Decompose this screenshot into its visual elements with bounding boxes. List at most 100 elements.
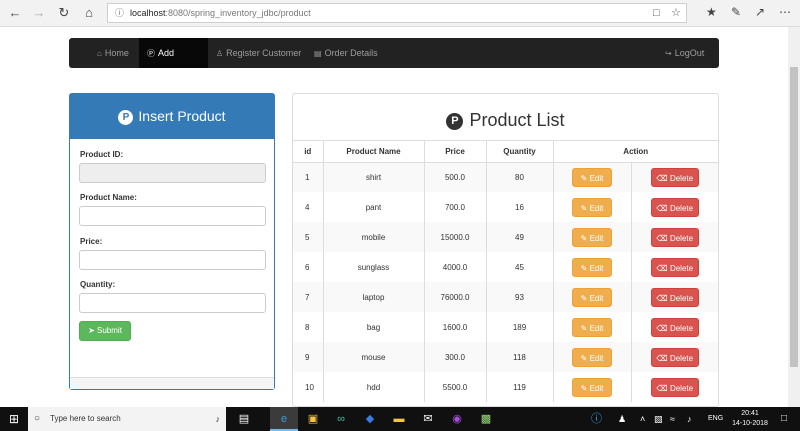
product-id-field[interactable] bbox=[79, 163, 266, 183]
delete-label: Delete bbox=[669, 263, 694, 273]
cell-quantity: 80 bbox=[485, 162, 554, 192]
nav-logout[interactable]: ↪ LogOut bbox=[657, 38, 712, 68]
nav-order-details[interactable]: ▤ Order Details bbox=[306, 38, 386, 68]
edge-browser-icon[interactable]: e bbox=[276, 411, 292, 427]
windows-taskbar: ⊞ ○ Type here to search ♪ ▤ e ▣ ∞ ◆ ▬ ✉ … bbox=[0, 407, 800, 431]
clock[interactable]: 20:41 14-10-2018 bbox=[731, 409, 769, 429]
table-row: 8 bag 1600.0 189 ✎ Edit ⌫ Delete bbox=[293, 312, 718, 342]
refresh-icon[interactable]: ↻ bbox=[55, 4, 73, 22]
app-window-icon[interactable]: ▩ bbox=[478, 411, 494, 427]
scrollbar-thumb[interactable] bbox=[790, 67, 798, 367]
insert-panel-footer bbox=[70, 377, 274, 389]
nav-home[interactable]: ⌂ Home bbox=[89, 38, 137, 68]
page-scrollbar[interactable] bbox=[788, 27, 800, 407]
delete-button[interactable]: ⌫ Delete bbox=[650, 317, 699, 337]
edit-button[interactable]: ✎ Edit bbox=[572, 227, 612, 247]
cell-quantity: 189 bbox=[485, 312, 554, 342]
volume-icon[interactable]: ♪ bbox=[687, 407, 692, 431]
price-field[interactable] bbox=[79, 250, 266, 270]
nav-register-customer[interactable]: ♙ Register Customer bbox=[208, 38, 309, 68]
forward-icon[interactable]: → bbox=[30, 4, 48, 22]
cell-product-name: hdd bbox=[322, 372, 425, 402]
delete-button[interactable]: ⌫ Delete bbox=[650, 377, 699, 397]
delete-button[interactable]: ⌫ Delete bbox=[650, 257, 699, 277]
pen-icon[interactable]: ✎ bbox=[731, 5, 741, 19]
cell-id: 5 bbox=[293, 222, 324, 252]
delete-label: Delete bbox=[669, 353, 694, 363]
reading-view-icon[interactable]: □ bbox=[653, 4, 660, 22]
cell-product-name: laptop bbox=[322, 282, 425, 312]
delete-button[interactable]: ⌫ Delete bbox=[650, 347, 699, 367]
product-name-field[interactable] bbox=[79, 206, 266, 226]
edit-icon: ✎ bbox=[580, 383, 588, 393]
edit-button[interactable]: ✎ Edit bbox=[572, 377, 612, 397]
delete-button[interactable]: ⌫ Delete bbox=[650, 197, 699, 217]
edit-label: Edit bbox=[589, 323, 604, 333]
taskbar-search[interactable]: ○ Type here to search ♪ bbox=[28, 407, 226, 431]
trash-icon: ⌫ bbox=[656, 203, 668, 213]
delete-button[interactable]: ⌫ Delete bbox=[650, 287, 699, 307]
edit-button[interactable]: ✎ Edit bbox=[572, 317, 612, 337]
cell-delete: ⌫ Delete bbox=[630, 162, 718, 192]
home-icon: ⌂ bbox=[97, 49, 102, 58]
cell-id: 6 bbox=[293, 252, 324, 282]
cell-price: 300.0 bbox=[423, 342, 487, 372]
delete-label: Delete bbox=[669, 323, 694, 333]
delete-button[interactable]: ⌫ Delete bbox=[650, 167, 699, 187]
edit-label: Edit bbox=[589, 293, 604, 303]
cell-edit: ✎ Edit bbox=[552, 252, 632, 282]
windows-start-icon[interactable]: ⊞ bbox=[0, 407, 28, 431]
user-plus-icon: ♙ bbox=[216, 49, 224, 58]
edit-button[interactable]: ✎ Edit bbox=[572, 257, 612, 277]
favorites-hub-icon[interactable]: ★ bbox=[706, 5, 717, 19]
dropbox-icon[interactable]: ◆ bbox=[362, 411, 378, 427]
cell-quantity: 16 bbox=[485, 192, 554, 222]
address-bar[interactable]: ⓘ localhost:8080/spring_inventory_jdbc/p… bbox=[107, 3, 687, 23]
task-view-icon[interactable]: ▤ bbox=[236, 411, 252, 427]
edit-button[interactable]: ✎ Edit bbox=[572, 167, 612, 187]
trash-icon: ⌫ bbox=[656, 293, 668, 303]
cell-edit: ✎ Edit bbox=[552, 372, 632, 402]
link-icon[interactable]: ∞ bbox=[333, 411, 349, 427]
delete-label: Delete bbox=[669, 383, 694, 393]
table-row: 6 sunglass 4000.0 45 ✎ Edit ⌫ Delete bbox=[293, 252, 718, 282]
help-icon[interactable]: ⓘ bbox=[591, 407, 602, 431]
edit-icon: ✎ bbox=[580, 293, 588, 303]
nav-add-product[interactable]: Ⓟ Add Product bbox=[139, 38, 208, 89]
edit-label: Edit bbox=[589, 263, 604, 273]
chevron-up-icon[interactable]: ˄ bbox=[640, 407, 645, 431]
mail-icon[interactable]: ✉ bbox=[420, 411, 436, 427]
back-icon[interactable]: ← bbox=[6, 4, 24, 22]
price-label: Price: bbox=[80, 237, 103, 246]
file-explorer-icon[interactable]: ▬ bbox=[391, 411, 407, 427]
delete-button[interactable]: ⌫ Delete bbox=[650, 227, 699, 247]
paper-plane-icon: ➤ bbox=[88, 326, 95, 335]
edit-button[interactable]: ✎ Edit bbox=[572, 197, 612, 217]
edit-icon: ✎ bbox=[580, 203, 588, 213]
language-indicator[interactable]: ENG bbox=[708, 407, 723, 431]
network-icon[interactable]: ▧ bbox=[654, 407, 663, 431]
cell-price: 15000.0 bbox=[423, 222, 487, 252]
notifications-icon[interactable]: □ bbox=[781, 407, 787, 431]
store-icon[interactable]: ▣ bbox=[305, 411, 321, 427]
eclipse-icon[interactable]: ◉ bbox=[449, 411, 465, 427]
wifi-icon[interactable]: ≈ bbox=[670, 407, 675, 431]
cell-delete: ⌫ Delete bbox=[630, 282, 718, 312]
product-name-label: Product Name: bbox=[80, 193, 137, 202]
edit-button[interactable]: ✎ Edit bbox=[572, 287, 612, 307]
quantity-field[interactable] bbox=[79, 293, 266, 313]
area-chart-icon: ▤ bbox=[314, 49, 322, 58]
people-icon[interactable]: ♟ bbox=[618, 407, 626, 431]
share-icon[interactable]: ↗ bbox=[755, 5, 765, 19]
search-icon: ○ bbox=[34, 413, 41, 424]
submit-button[interactable]: ➤ Submit bbox=[79, 321, 131, 341]
insert-panel-title: Insert Product bbox=[138, 108, 226, 124]
more-icon[interactable]: ⋯ bbox=[779, 5, 791, 19]
home-icon[interactable]: ⌂ bbox=[80, 4, 98, 22]
page-content: ⌂ Home Ⓟ Add Product ♙ Register Customer ▤ O… bbox=[0, 27, 788, 407]
cell-delete: ⌫ Delete bbox=[630, 222, 718, 252]
edit-button[interactable]: ✎ Edit bbox=[572, 347, 612, 367]
microphone-icon[interactable]: ♪ bbox=[216, 407, 221, 431]
favorite-star-icon[interactable]: ☆ bbox=[671, 4, 681, 22]
edit-label: Edit bbox=[589, 203, 604, 213]
